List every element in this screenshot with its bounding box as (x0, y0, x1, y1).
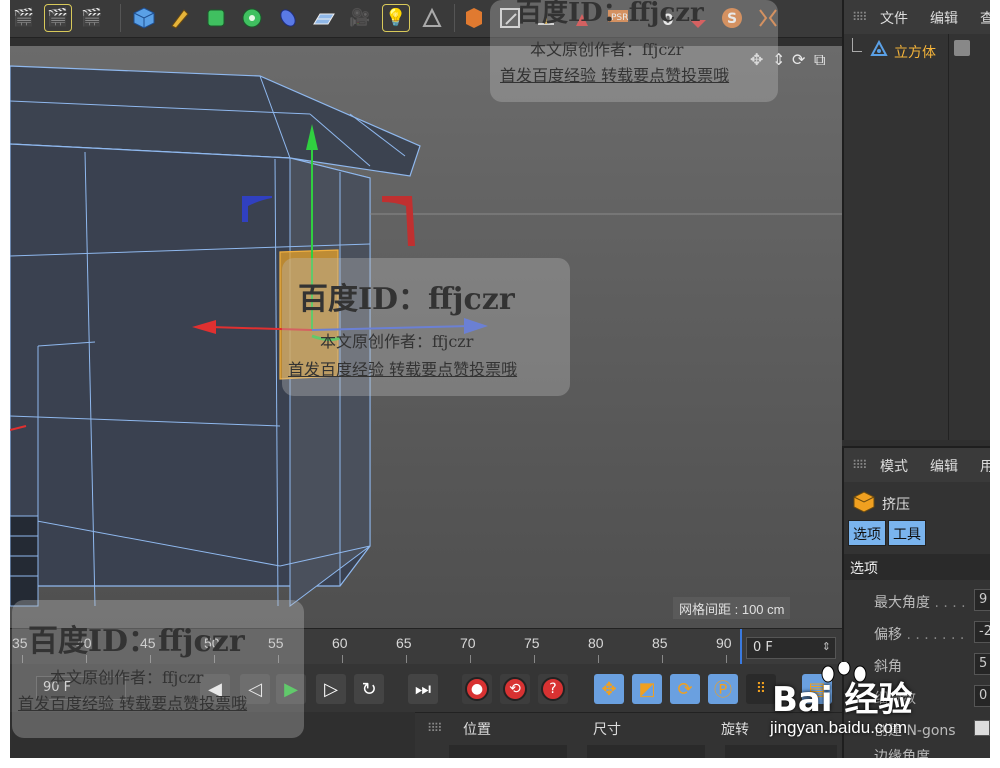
camera-icon[interactable]: 🎥 (346, 4, 374, 32)
watermark-note: 首发百度经验 转载要点赞投票哦 (288, 360, 518, 379)
floor-icon[interactable] (310, 4, 338, 32)
watermark-bottom: 百度ID：ffjczr 本文原创作者：ffjczr 首发百度经验 转载要点赞投票… (12, 600, 304, 738)
tab-tool[interactable]: 工具 (888, 520, 926, 546)
watermark-author: 本文原创作者：ffjczr (530, 40, 684, 59)
prop-max-angle-field[interactable]: 9 (974, 589, 990, 611)
coord-header-rotation: 旋转 (721, 722, 749, 738)
stepper-icon[interactable]: ⇕ (822, 640, 831, 653)
attribute-manager-menu: ⠿⠿ 模式 编辑 用 (844, 448, 990, 482)
snap-icon[interactable] (460, 4, 488, 32)
watermark-title: 百度ID：ffjczr (28, 624, 245, 659)
prop-offset-label: 偏移 . . . . . . . (874, 627, 965, 643)
loop-icon[interactable]: ↻ (354, 674, 384, 704)
cube-icon[interactable] (130, 4, 158, 32)
baidu-brand-text: Bai 经验 (772, 680, 913, 720)
menu-edit[interactable]: 编辑 (930, 456, 958, 476)
coord-header-position: 位置 (463, 722, 491, 738)
cloner-icon[interactable] (238, 4, 266, 32)
tool-title: 挤压 (882, 497, 910, 513)
watermark-note: 首发百度经验 转载要点赞投票哦 (500, 66, 730, 85)
section-header: 选项 (844, 554, 990, 580)
timeline-tick: 85 (652, 635, 668, 651)
light-icon[interactable]: 💡 (382, 4, 410, 32)
menu-file[interactable]: 文件 (880, 8, 908, 28)
timeline-tick: 75 (524, 635, 540, 651)
prop-max-angle-label: 最大角度 . . . . (874, 595, 966, 611)
watermark-center: 百度ID：ffjczr 本文原创作者：ffjczr 首发百度经验 转载要点赞投票… (282, 258, 570, 396)
coord-field[interactable] (587, 745, 705, 758)
key-param-icon[interactable]: Ⓟ (708, 674, 738, 704)
toolbar-divider (120, 4, 121, 32)
rotate-view-icon[interactable]: ⟳ (792, 50, 805, 69)
object-manager-menu: ⠿⠿ 文件 编辑 查 (844, 0, 990, 34)
tag-icon[interactable] (954, 40, 970, 56)
column-divider (948, 34, 949, 440)
material-icon[interactable] (418, 4, 446, 32)
key-position-icon[interactable]: ✥ (594, 674, 624, 704)
current-frame-field[interactable]: 0 F ⇕ (746, 637, 836, 659)
timeline-tick: 90 (716, 635, 732, 651)
plane-handle-xy[interactable] (382, 196, 415, 246)
next-key-icon[interactable]: ▷ (316, 674, 346, 704)
coord-header-size: 尺寸 (593, 722, 621, 738)
timeline-tick: 80 (588, 635, 604, 651)
timeline-tick: 60 (332, 635, 348, 651)
coord-field[interactable] (449, 745, 567, 758)
object-row-cube[interactable]: 立方体 (844, 38, 990, 62)
maximize-view-icon[interactable]: ⧉ (814, 50, 825, 70)
object-manager: ⠿⠿ 文件 编辑 查 立方体 (842, 0, 990, 440)
record-key-icon[interactable]: ● (462, 674, 492, 704)
render-settings-icon[interactable]: 🎬 (78, 4, 106, 32)
watermark-title: 百度ID：ffjczr (516, 0, 704, 28)
panel-grip-icon: ⠿⠿ (427, 721, 443, 735)
menu-mode[interactable]: 模式 (880, 456, 908, 476)
object-name[interactable]: 立方体 (894, 42, 936, 62)
extrude-icon (852, 490, 876, 518)
panel-grip-icon: ⠿⠿ (852, 458, 868, 472)
watermark-author: 本文原创作者：ffjczr (320, 332, 474, 351)
cube-object-icon (870, 39, 888, 62)
menu-user[interactable]: 用 (980, 456, 990, 476)
subdivision-icon[interactable] (202, 4, 230, 32)
key-rotation-icon[interactable]: ⟳ (670, 674, 700, 704)
timeline-tick: 70 (460, 635, 476, 651)
watermark-author: 本文原创作者：ffjczr (50, 668, 204, 687)
stairs-mesh (10, 515, 39, 607)
menu-view[interactable]: 查 (980, 8, 990, 28)
current-frame-value: 0 F (753, 640, 773, 655)
baidu-url: jingyan.baidu.com (770, 718, 908, 737)
keyframe-selection-icon[interactable]: ? (538, 674, 568, 704)
timeline-tick: 65 (396, 635, 412, 651)
tree-connector (852, 38, 862, 52)
panel-grip-icon: ⠿⠿ (852, 10, 868, 24)
render-view-icon[interactable]: 🎬 (10, 4, 38, 32)
prop-offset-field[interactable]: -2 (974, 621, 990, 643)
playhead[interactable] (740, 629, 742, 665)
watermark-title: 百度ID：ffjczr (298, 282, 515, 317)
render-picture-icon[interactable]: 🎬 (44, 4, 72, 32)
autokey-icon[interactable]: ⟲ (500, 674, 530, 704)
goto-end-icon[interactable]: ⏭ (408, 674, 438, 704)
pen-icon[interactable] (166, 4, 194, 32)
key-scale-icon[interactable]: ◩ (632, 674, 662, 704)
tab-options[interactable]: 选项 (848, 520, 886, 546)
menu-edit[interactable]: 编辑 (930, 8, 958, 28)
watermark-note: 首发百度经验 转载要点赞投票哦 (18, 694, 248, 713)
watermark-top: 百度ID：ffjczr 本文原创作者：ffjczr 首发百度经验 转载要点赞投票… (490, 0, 778, 102)
grid-spacing-label: 网格间距 : 100 cm (673, 597, 791, 619)
toolbar-divider (454, 4, 455, 32)
deformer-icon[interactable] (274, 4, 302, 32)
